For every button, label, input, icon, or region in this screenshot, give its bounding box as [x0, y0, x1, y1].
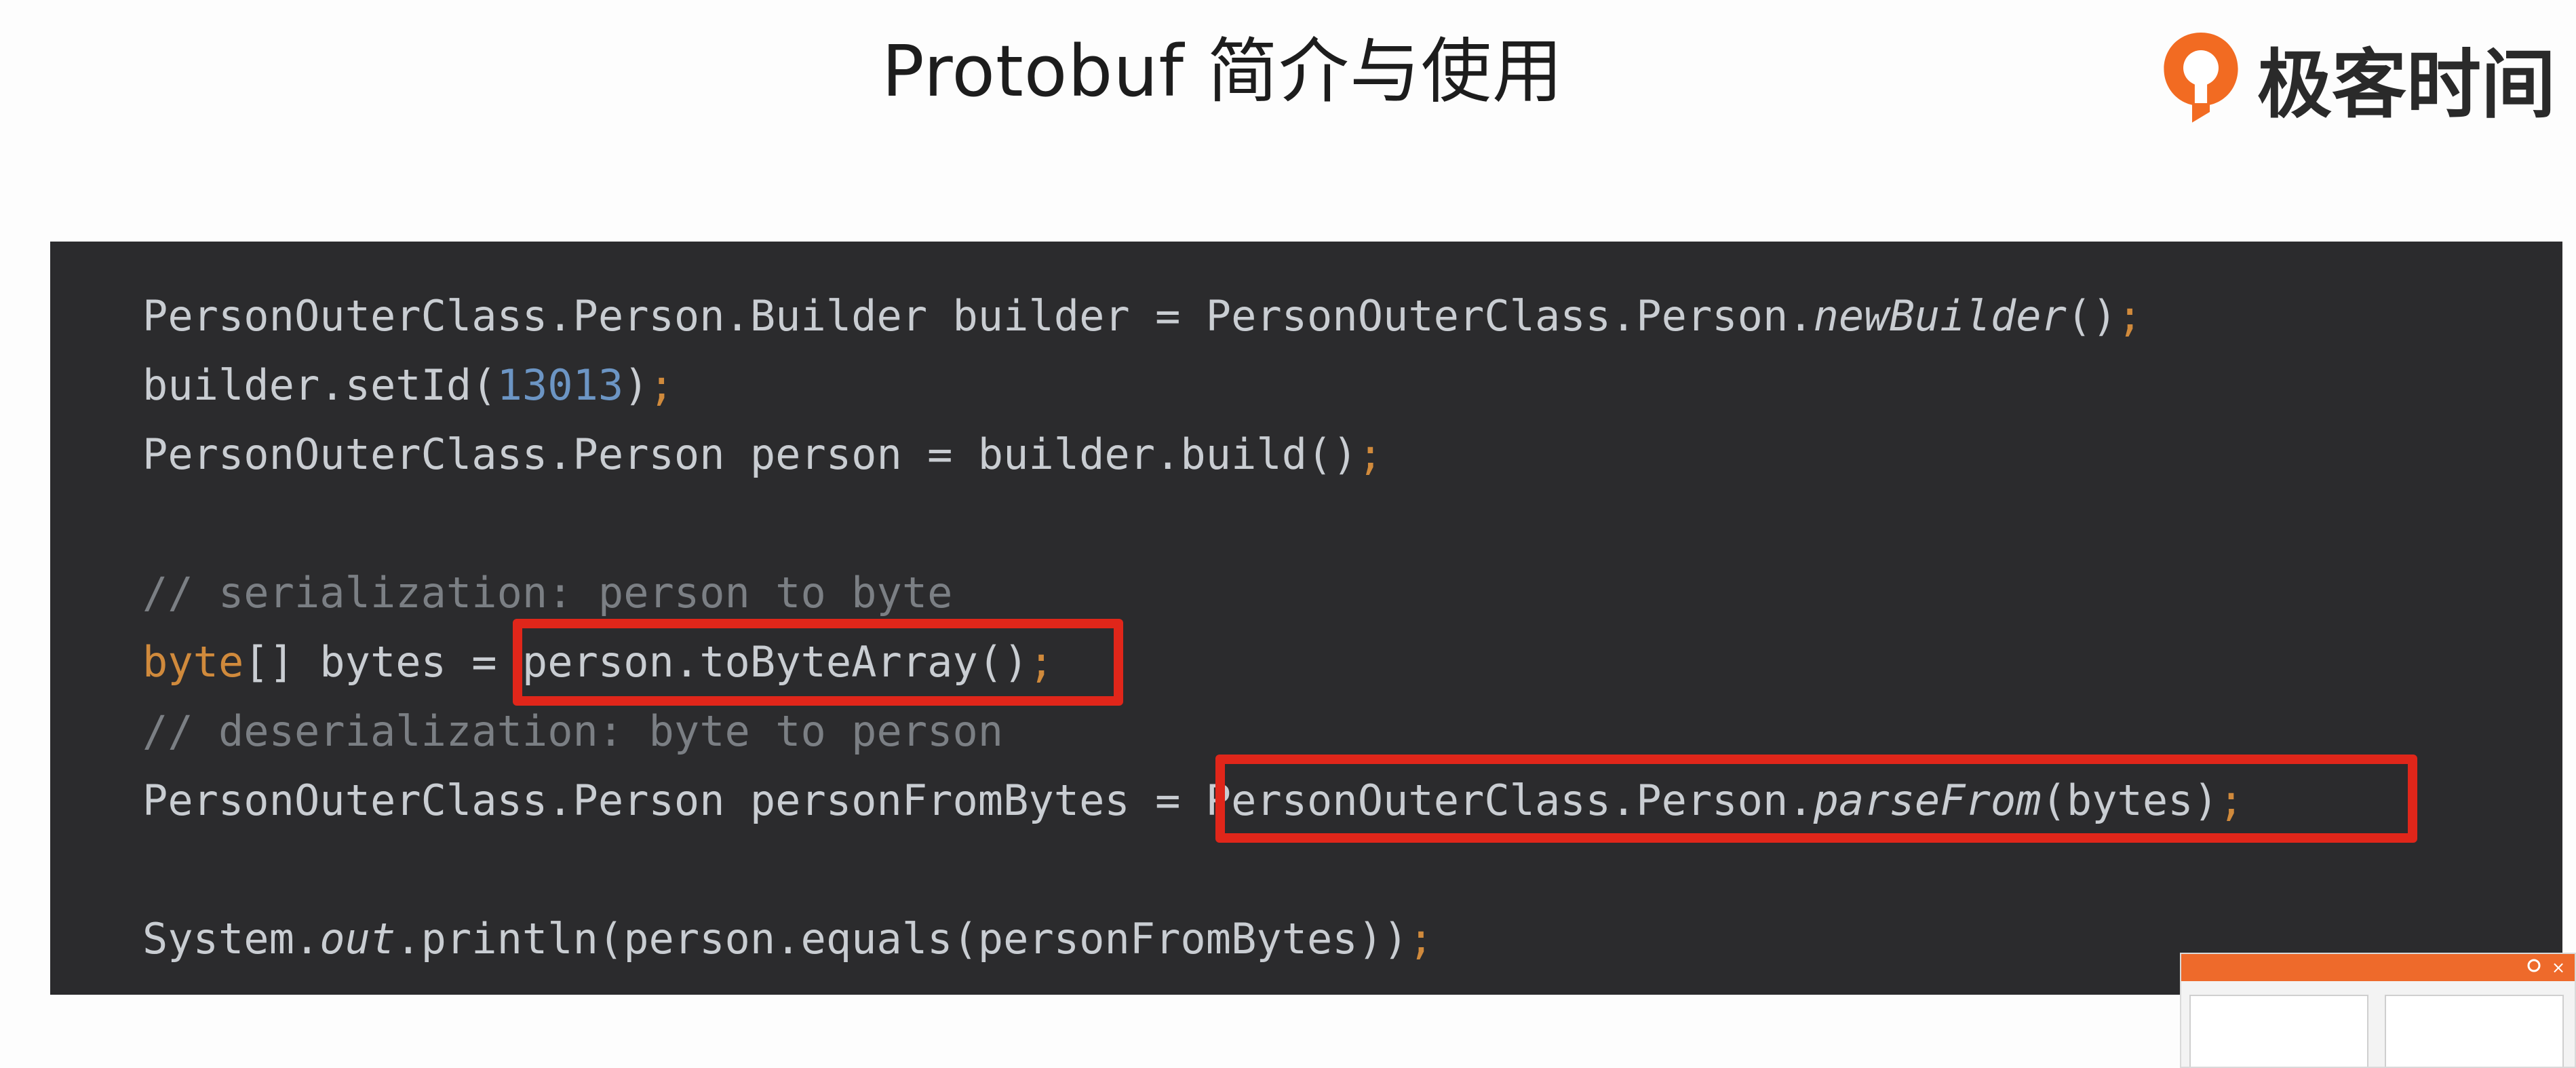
code-token: )	[623, 360, 649, 410]
geektime-logo-icon	[2164, 33, 2238, 123]
code-token: 13013	[496, 360, 624, 410]
code-line-3: PersonOuterClass.Person person = builder…	[142, 427, 1383, 482]
code-token: out	[319, 914, 396, 964]
thumbnail-card[interactable]	[2189, 995, 2368, 1067]
code-token: byte	[142, 637, 244, 687]
code-token: newBuilder	[1813, 291, 2067, 341]
code-token: ;	[648, 360, 674, 410]
code-token: builder.setId(	[142, 360, 497, 410]
code-line-2: builder.setId(13013);	[142, 358, 674, 413]
highlight-box-parse-from	[1215, 755, 2417, 843]
code-token: .println(person.equals(personFromBytes))	[395, 914, 1409, 964]
code-line-8: System.out.println(person.equals(personF…	[142, 912, 1434, 966]
thumbnail-toolbar: ×	[2181, 954, 2575, 981]
code-token: ;	[1357, 430, 1384, 479]
code-comment-deserialization: // deserialization: byte to person	[142, 704, 1003, 759]
code-token: PersonOuterClass.Person.Builder builder …	[142, 291, 1814, 341]
brand-name: 极客时间	[2257, 41, 2556, 128]
code-token: PersonOuterClass.Person person = builder…	[142, 430, 1358, 479]
slide: Protobuf 简介与使用 极客时间 PersonOuterClass.Per…	[0, 0, 2576, 1068]
brand: 极客时间	[2157, 27, 2556, 129]
code-line-1: PersonOuterClass.Person.Builder builder …	[142, 289, 2143, 343]
code-panel: PersonOuterClass.Person.Builder builder …	[50, 242, 2562, 995]
code-token: [] bytes =	[243, 637, 522, 687]
code-comment-serialization: // serialization: person to byte	[142, 566, 952, 620]
close-icon[interactable]: ×	[2549, 958, 2568, 977]
video-thumbnail-window[interactable]: ×	[2180, 953, 2576, 1068]
code-token: ;	[1408, 914, 1434, 964]
pin-icon[interactable]	[2524, 958, 2543, 977]
thumbnail-card[interactable]	[2385, 995, 2564, 1067]
code-token: PersonOuterClass.Person personFromBytes …	[142, 776, 1206, 825]
highlight-box-to-byte-array	[513, 619, 1123, 706]
code-token: ()	[2066, 291, 2118, 341]
code-token: System.	[142, 914, 320, 964]
slide-title: Protobuf 简介与使用	[882, 30, 1563, 113]
code-token: // serialization: person to byte	[142, 568, 953, 617]
code-token: // deserialization: byte to person	[142, 706, 1004, 756]
code-token: ;	[2117, 291, 2143, 341]
